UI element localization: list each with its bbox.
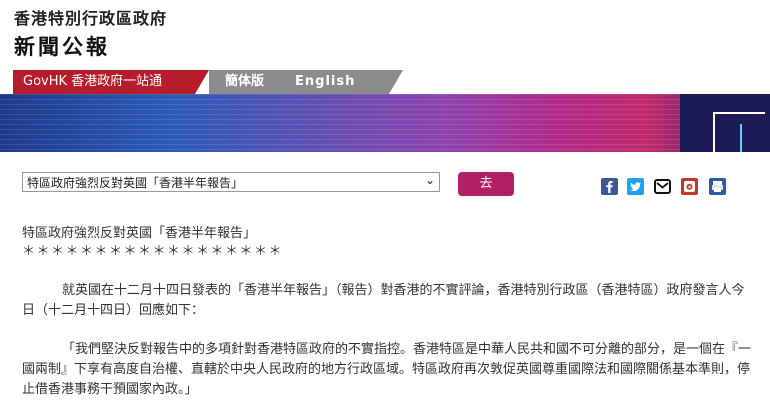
- press-release-select[interactable]: 特區政府強烈反對英國「香港半年報告」 ⌄: [22, 172, 440, 192]
- print-icon[interactable]: [709, 178, 726, 195]
- facebook-icon[interactable]: [601, 178, 618, 195]
- header-banner: [0, 94, 770, 152]
- english-link[interactable]: English: [295, 70, 355, 94]
- article-title: 特區政府強烈反對英國「香港半年報告」: [22, 226, 257, 241]
- article-paragraph-1: 就英國在十二月十四日發表的「香港半年報告」（報告）對香港的不實評論，香港特別行政…: [22, 283, 745, 318]
- weibo-icon[interactable]: [681, 178, 698, 195]
- article-paragraph-2: 「我們堅決反對報告中的多項針對香港特區政府的不實指控。香港特區是中華人民共和國不…: [22, 342, 752, 397]
- title-separator: ＊＊＊＊＊＊＊＊＊＊＊＊＊＊＊＊＊＊: [22, 244, 284, 259]
- chevron-down-icon: ⌄: [424, 173, 435, 187]
- govhk-link[interactable]: GovHK 香港政府一站通: [13, 70, 195, 94]
- simplified-chinese-link[interactable]: 簡体版: [225, 70, 264, 94]
- language-bar-end: [389, 70, 403, 94]
- site-header: 香港特別行政區政府 新聞公報: [14, 5, 167, 61]
- select-value: 特區政府強烈反對英國「香港半年報告」: [27, 176, 244, 190]
- govhk-tab-notch: [195, 70, 209, 94]
- org-name: 香港特別行政區政府: [14, 9, 168, 28]
- email-icon[interactable]: [654, 178, 671, 195]
- twitter-icon[interactable]: [627, 178, 644, 195]
- section-title: 新聞公報: [14, 35, 110, 59]
- go-button[interactable]: 去: [458, 172, 514, 196]
- top-nav: GovHK 香港政府一站通 簡体版 English: [13, 70, 770, 94]
